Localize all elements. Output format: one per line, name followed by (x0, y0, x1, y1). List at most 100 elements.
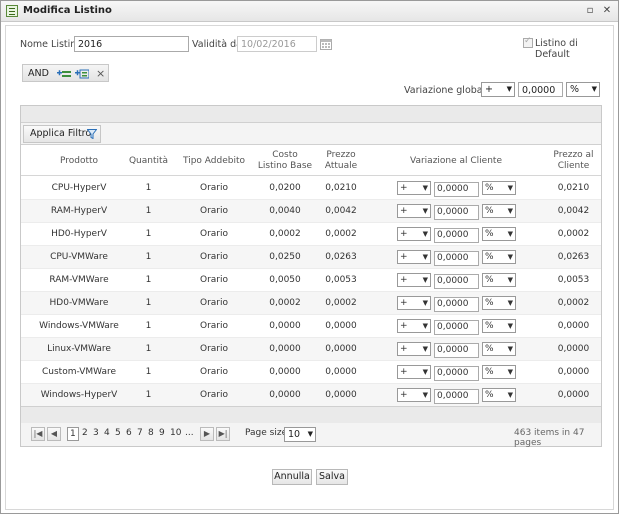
page-size-select[interactable]: 10 ▼ (284, 427, 316, 442)
table-row[interactable]: CPU-HyperV 1 Orario 0,0200 0,0210 + ▼ 0,0000% ▼ 0… (21, 177, 601, 200)
first-page-button[interactable]: |◀ (31, 427, 45, 441)
row-unit-select[interactable]: % ▼ (482, 319, 516, 333)
row-unit-select[interactable]: % ▼ (482, 365, 516, 379)
row-unit-select[interactable]: % ▼ (482, 388, 516, 402)
page-number[interactable]: 2 (82, 428, 88, 438)
table-row[interactable]: HD0-VMWare 1 Orario 0,0002 0,0002 + ▼ 0,0000% ▼ 0… (21, 292, 601, 315)
row-unit-select[interactable]: % ▼ (482, 296, 516, 310)
cell-prezzo-attuale: 0,0263 (325, 252, 357, 262)
page-number[interactable]: 4 (104, 428, 110, 438)
page-number[interactable]: 10 (170, 428, 181, 438)
and-operator[interactable]: AND (28, 68, 49, 79)
header-prezzo-attuale[interactable]: Prezzo Attuale (316, 150, 366, 172)
chevron-down-icon: ▼ (422, 276, 428, 284)
row-sign-select[interactable]: + ▼ (397, 250, 431, 264)
minimize-icon[interactable]: ▫ (584, 5, 596, 17)
row-value-input[interactable]: 0,0000 (434, 274, 479, 289)
row-sign-value: + (400, 298, 408, 308)
page-number[interactable]: 7 (137, 428, 143, 438)
table-row[interactable]: RAM-VMWare 1 Orario 0,0050 0,0053 + ▼ 0,0000% ▼ 0… (21, 269, 601, 292)
validita-input[interactable]: 10/02/2016 (237, 36, 317, 52)
row-sign-select[interactable]: + ▼ (397, 365, 431, 379)
cell-costo: 0,0250 (269, 252, 301, 262)
nome-listino-input[interactable]: 2016 (74, 36, 189, 52)
row-value-input[interactable]: 0,0000 (434, 228, 479, 243)
cell-tipo-addebito: Orario (199, 252, 228, 262)
page-number[interactable]: 8 (148, 428, 154, 438)
salva-button[interactable]: Salva (316, 469, 348, 485)
row-value-input[interactable]: 0,0000 (434, 366, 479, 381)
apply-filter-button[interactable]: Applica Filtro (23, 125, 101, 143)
title-bar[interactable]: Modifica Listino ▫ ✕ (1, 1, 618, 22)
table-row[interactable]: RAM-HyperV 1 Orario 0,0040 0,0042 + ▼ 0,0000% ▼ 0… (21, 200, 601, 223)
last-page-button[interactable]: ▶| (216, 427, 230, 441)
row-unit-select[interactable]: % ▼ (482, 181, 516, 195)
page-number[interactable]: 5 (115, 428, 121, 438)
header-prodotto[interactable]: Prodotto (49, 156, 109, 167)
default-label: Listino di Default (535, 38, 578, 60)
table-row[interactable]: Custom-VMWare 1 Orario 0,0000 0,0000 + ▼ 0,0000… (21, 361, 601, 384)
row-sign-select[interactable]: + ▼ (397, 273, 431, 287)
remove-condition-icon[interactable]: × (96, 67, 105, 80)
add-condition-icon[interactable] (57, 68, 71, 79)
row-value-input[interactable]: 0,0000 (434, 389, 479, 404)
prev-page-button[interactable]: ◀ (47, 427, 61, 441)
row-unit-select[interactable]: % ▼ (482, 250, 516, 264)
header-quantita[interactable]: Quantità (121, 156, 176, 167)
row-sign-select[interactable]: + ▼ (397, 342, 431, 356)
variazione-value-input[interactable]: 0,0000 (518, 82, 563, 97)
row-value-input[interactable]: 0,0000 (434, 297, 479, 312)
row-unit-value: % (485, 321, 494, 331)
table-row[interactable]: Windows-VMWare 1 Orario 0,0000 0,0000 + ▼ 0,000… (21, 315, 601, 338)
annulla-button[interactable]: Annulla (272, 469, 312, 485)
variazione-sign-select[interactable]: + ▼ (481, 82, 515, 97)
row-unit-value: % (485, 206, 494, 216)
default-checkbox[interactable] (523, 36, 533, 48)
header-costo-line2: Listino Base (257, 161, 313, 171)
next-page-button[interactable]: ▶ (200, 427, 214, 441)
row-unit-select[interactable]: % ▼ (482, 342, 516, 356)
page-number[interactable]: 6 (126, 428, 132, 438)
cell-prezzo-cliente: 0,0042 (557, 206, 590, 216)
row-sign-value: + (400, 206, 408, 216)
row-sign-select[interactable]: + ▼ (397, 227, 431, 241)
table-row[interactable]: Linux-VMWare 1 Orario 0,0000 0,0000 + ▼ 0,0000%… (21, 338, 601, 361)
row-value-input[interactable]: 0,0000 (434, 343, 479, 358)
page-number[interactable]: ... (185, 428, 194, 438)
cell-prodotto: CPU-VMWare (50, 252, 108, 262)
page-number[interactable]: 3 (93, 428, 99, 438)
cell-prezzo-attuale: 0,0042 (325, 206, 357, 216)
cell-prezzo-cliente: 0,0210 (557, 183, 590, 193)
row-sign-select[interactable]: + ▼ (397, 204, 431, 218)
cell-prezzo-cliente: 0,0000 (557, 367, 590, 377)
row-sign-select[interactable]: + ▼ (397, 388, 431, 402)
row-value-input[interactable]: 0,0000 (434, 251, 479, 266)
table-row[interactable]: Windows-HyperV 1 Orario 0,0000 0,0000 + ▼ 0,000… (21, 384, 601, 407)
table-row[interactable]: CPU-VMWare 1 Orario 0,0250 0,0263 + ▼ 0,0000% ▼ 0… (21, 246, 601, 269)
header-prezzo-cliente-line2: Cliente (557, 161, 590, 171)
row-sign-select[interactable]: + ▼ (397, 181, 431, 195)
add-group-icon[interactable] (75, 68, 89, 79)
header-costo-listino[interactable]: Costo Listino Base (257, 150, 313, 172)
filter-toolbar: Applica Filtro (21, 123, 601, 145)
row-value-input[interactable]: 0,0000 (434, 182, 479, 197)
header-variazione-cliente[interactable]: Variazione al Cliente (391, 156, 521, 167)
header-prezzo-cliente[interactable]: Prezzo al Cliente (546, 150, 601, 172)
variazione-unit-select[interactable]: % ▼ (566, 82, 600, 97)
calendar-icon[interactable] (320, 38, 332, 50)
row-unit-select[interactable]: % ▼ (482, 273, 516, 287)
page-number[interactable]: 9 (159, 428, 165, 438)
header-tipo-addebito[interactable]: Tipo Addebito (179, 156, 249, 167)
cell-costo: 0,0000 (269, 321, 301, 331)
pager: |◀ ◀ 1 2 3 4 5 6 7 8 9 10... ▶ ▶| Page size: 10 ▼ … (20, 423, 602, 448)
row-unit-select[interactable]: % ▼ (482, 204, 516, 218)
row-value-input[interactable]: 0,0000 (434, 205, 479, 220)
products-grid: Applica Filtro Prodotto Quantità Tipo Ad… (20, 105, 602, 447)
close-icon[interactable]: ✕ (601, 5, 613, 17)
row-unit-select[interactable]: % ▼ (482, 227, 516, 241)
row-sign-select[interactable]: + ▼ (397, 296, 431, 310)
row-value-input[interactable]: 0,0000 (434, 320, 479, 335)
page-number-current[interactable]: 1 (67, 427, 79, 441)
row-sign-select[interactable]: + ▼ (397, 319, 431, 333)
table-row[interactable]: HD0-HyperV 1 Orario 0,0002 0,0002 + ▼ 0,0000% ▼ 0… (21, 223, 601, 246)
